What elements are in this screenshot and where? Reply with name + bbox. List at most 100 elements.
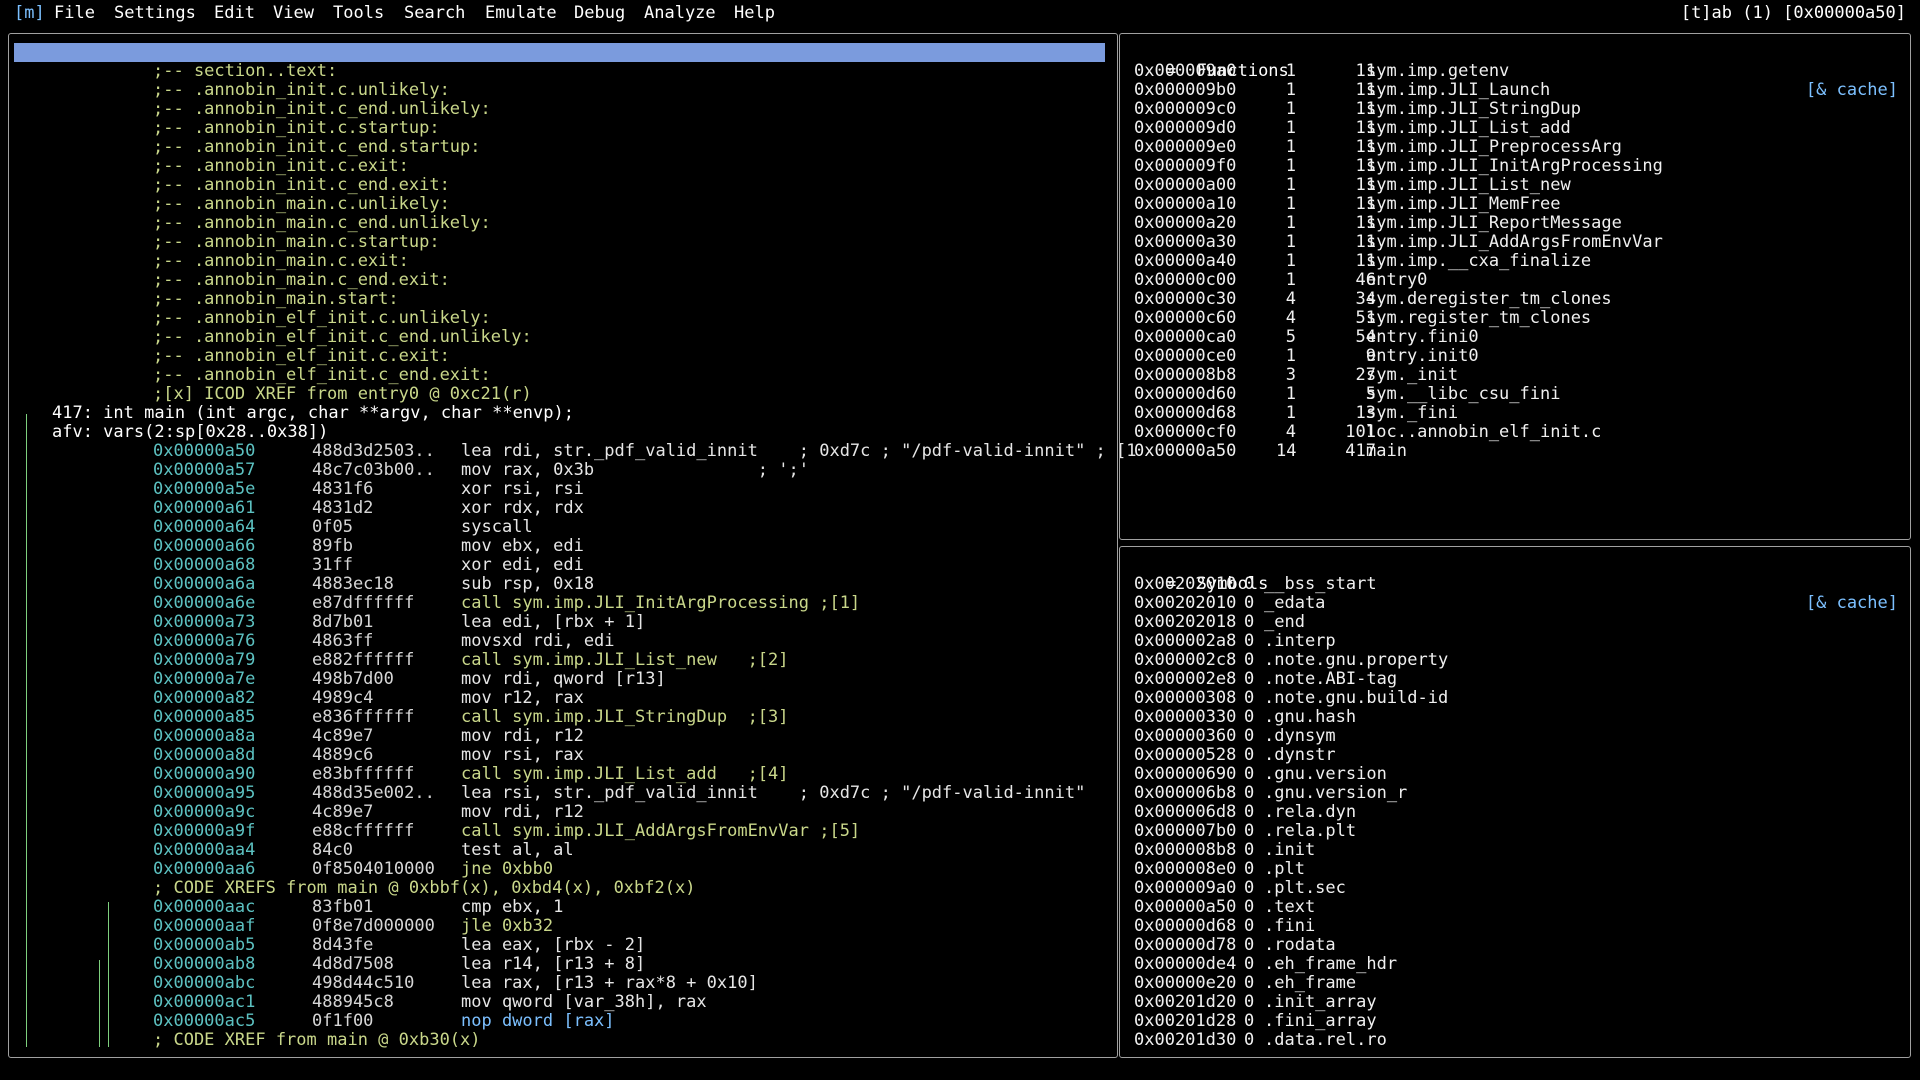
instruction-address[interactable]: 0x00000ab5 [153, 936, 255, 955]
function-row[interactable]: 0x00000d68 1 13 sym._fini [1126, 404, 1904, 423]
instruction-address[interactable]: 0x00000a6a [153, 575, 255, 594]
function-row[interactable]: 0x000009f0 1 11 sym.imp.JLI_InitArgProcessi… [1126, 157, 1904, 176]
function-row[interactable]: 0x00000a50 14 417 main [1126, 442, 1904, 461]
instruction-address[interactable]: 0x00000a57 [153, 461, 255, 480]
instruction-address[interactable]: 0x00000a73 [153, 613, 255, 632]
instruction-address[interactable]: 0x00000a76 [153, 632, 255, 651]
instruction-row[interactable]: 0x00000a61 4831d2 xor rdx, rdx [15, 499, 1111, 518]
instruction-row[interactable]: 0x00000a6a 4883ec18 sub rsp, 0x18 [15, 575, 1111, 594]
symbol-row[interactable]: 0x000009a0 0 .plt.sec [1126, 879, 1904, 898]
menu-view[interactable]: View [273, 0, 314, 26]
function-row[interactable]: 0x00000a00 1 11 sym.imp.JLI_List_new [1126, 176, 1904, 195]
instruction-address[interactable]: 0x00000aaf [153, 917, 255, 936]
symbol-row[interactable]: 0x00201d30 0 .data.rel.ro [1126, 1031, 1904, 1050]
instruction-address[interactable]: 0x00000aa6 [153, 860, 255, 879]
symbol-row[interactable]: 0x00000360 0 .dynsym [1126, 727, 1904, 746]
instruction-row[interactable]: 0x00000aa4 84c0 test al, al [15, 841, 1111, 860]
instruction-row[interactable]: 0x00000ab8 4d8d7508 lea r14, [r13 + 8] [15, 955, 1111, 974]
instruction-row[interactable]: 0x00000a66 89fb mov ebx, edi [15, 537, 1111, 556]
instruction-address[interactable]: 0x00000a50 [153, 442, 255, 461]
function-row[interactable]: 0x00000c30 4 34 sym.deregister_tm_clones [1126, 290, 1904, 309]
instruction-row[interactable]: 0x00000a85 e836ffffff call sym.imp.JLI_Str… [15, 708, 1111, 727]
function-row[interactable]: 0x00000c00 1 46 entry0 [1126, 271, 1904, 290]
instruction-address[interactable]: 0x00000a68 [153, 556, 255, 575]
instruction-row[interactable]: 0x00000a9c 4c89e7 mov rdi, r12 [15, 803, 1111, 822]
menu-edit[interactable]: Edit [214, 0, 255, 26]
symbol-row[interactable]: 0x00000308 0 .note.gnu.build-id [1126, 689, 1904, 708]
function-row[interactable]: 0x000009a0 1 11 sym.imp.getenv [1126, 62, 1904, 81]
function-row[interactable]: 0x00000a40 1 11 sym.imp.__cxa_finalize [1126, 252, 1904, 271]
instruction-row[interactable]: 0x00000a64 0f05 syscall [15, 518, 1111, 537]
symbol-row[interactable]: 0x00000d78 0 .rodata [1126, 936, 1904, 955]
instruction-row[interactable]: 0x00000ac1 488945c8 mov qword [var_38h], r… [15, 993, 1111, 1012]
symbol-row[interactable]: 0x00202010 0 _edata [1126, 594, 1904, 613]
instruction-row[interactable]: 0x00000a57 48c7c03b00.. mov rax, 0x3b ; ';… [15, 461, 1111, 480]
menu-file[interactable]: File [54, 0, 95, 26]
instruction-row[interactable]: 0x00000a68 31ff xor edi, edi [15, 556, 1111, 575]
instruction-address[interactable]: 0x00000a5e [153, 480, 255, 499]
instruction-row[interactable]: 0x00000a6e e87dffffff call sym.imp.JLI_Ini… [15, 594, 1111, 613]
symbol-row[interactable]: 0x00000e20 0 .eh_frame [1126, 974, 1904, 993]
instruction-address[interactable]: 0x00000a9f [153, 822, 255, 841]
symbol-row[interactable]: 0x000006b8 0 .gnu.version_r [1126, 784, 1904, 803]
menu-tools[interactable]: Tools [333, 0, 384, 26]
instruction-row[interactable]: 0x00000ab5 8d43fe lea eax, [rbx - 2] [15, 936, 1111, 955]
function-row[interactable]: 0x00000a10 1 11 sym.imp.JLI_MemFree [1126, 195, 1904, 214]
instruction-row[interactable]: 0x00000aa6 0f8504010000 jne 0xbb0 [15, 860, 1111, 879]
menu-settings[interactable]: Settings [114, 0, 196, 26]
function-row[interactable]: 0x00000ce0 1 9 entry.init0 [1126, 347, 1904, 366]
tab-indicator[interactable]: [t]ab (1) [0x00000a50] [1681, 0, 1906, 26]
instruction-address[interactable]: 0x00000ab8 [153, 955, 255, 974]
instruction-address[interactable]: 0x00000a90 [153, 765, 255, 784]
symbol-row[interactable]: 0x000008e0 0 .plt [1126, 860, 1904, 879]
symbol-row[interactable]: 0x00202010 0 __bss_start [1126, 575, 1904, 594]
function-row[interactable]: 0x000009c0 1 11 sym.imp.JLI_StringDup [1126, 100, 1904, 119]
function-row[interactable]: 0x000009b0 1 11 sym.imp.JLI_Launch [1126, 81, 1904, 100]
menu-help[interactable]: Help [734, 0, 775, 26]
instruction-address[interactable]: 0x00000a82 [153, 689, 255, 708]
symbol-row[interactable]: 0x000008b8 0 .init [1126, 841, 1904, 860]
symbol-row[interactable]: 0x000002c8 0 .note.gnu.property [1126, 651, 1904, 670]
symbol-row[interactable]: 0x00201d28 0 .fini_array [1126, 1012, 1904, 1031]
instruction-address[interactable]: 0x00000a7e [153, 670, 255, 689]
function-row[interactable]: 0x000008b8 3 27 sym._init [1126, 366, 1904, 385]
instruction-address[interactable]: 0x00000a95 [153, 784, 255, 803]
instruction-row[interactable]: 0x00000a95 488d35e002.. lea rsi, str._pdf_… [15, 784, 1111, 803]
instruction-address[interactable]: 0x00000aac [153, 898, 255, 917]
instruction-row[interactable]: 0x00000a8d 4889c6 mov rsi, rax [15, 746, 1111, 765]
function-row[interactable]: 0x00000c60 4 51 sym.register_tm_clones [1126, 309, 1904, 328]
disassembly-titlebar[interactable]: [X] Disassembly [&] [14, 43, 1105, 100]
instruction-row[interactable]: 0x00000a79 e882ffffff call sym.imp.JLI_Lis… [15, 651, 1111, 670]
symbol-row[interactable]: 0x00202018 0 _end [1126, 613, 1904, 632]
symbol-row[interactable]: 0x00201d20 0 .init_array [1126, 993, 1904, 1012]
instruction-address[interactable]: 0x00000a9c [153, 803, 255, 822]
symbol-row[interactable]: 0x00000d68 0 .fini [1126, 917, 1904, 936]
menu-debug[interactable]: Debug [574, 0, 625, 26]
menu-search[interactable]: Search [404, 0, 465, 26]
menu-logo[interactable]: [m] [14, 0, 45, 26]
symbol-row[interactable]: 0x00000690 0 .gnu.version [1126, 765, 1904, 784]
instruction-address[interactable]: 0x00000a6e [153, 594, 255, 613]
instruction-row[interactable]: 0x00000a7e 498b7d00 mov rdi, qword [r13] [15, 670, 1111, 689]
instruction-row[interactable]: 0x00000a90 e83bffffff call sym.imp.JLI_Lis… [15, 765, 1111, 784]
instruction-row[interactable]: 0x00000a82 4989c4 mov r12, rax [15, 689, 1111, 708]
instruction-row[interactable]: 0x00000abc 498d44c510 lea rax, [r13 + rax*… [15, 974, 1111, 993]
function-row[interactable]: 0x000009d0 1 11 sym.imp.JLI_List_add [1126, 119, 1904, 138]
instruction-row[interactable]: 0x00000a5e 4831f6 xor rsi, rsi [15, 480, 1111, 499]
instruction-row[interactable]: 0x00000aac 83fb01 cmp ebx, 1 [15, 898, 1111, 917]
instruction-address[interactable]: 0x00000a79 [153, 651, 255, 670]
function-row[interactable]: 0x00000d60 1 5 sym.__libc_csu_fini [1126, 385, 1904, 404]
instruction-address[interactable]: 0x00000ac5 [153, 1012, 255, 1031]
instruction-address[interactable]: 0x00000aa4 [153, 841, 255, 860]
symbol-row[interactable]: 0x00000de4 0 .eh_frame_hdr [1126, 955, 1904, 974]
menu-analyze[interactable]: Analyze [644, 0, 716, 26]
symbol-row[interactable]: 0x00000528 0 .dynstr [1126, 746, 1904, 765]
instruction-address[interactable]: 0x00000a66 [153, 537, 255, 556]
menu-emulate[interactable]: Emulate [485, 0, 557, 26]
instruction-row[interactable]: 0x00000a50 488d3d2503.. lea rdi, str._pdf_… [15, 442, 1137, 461]
instruction-address[interactable]: 0x00000ac1 [153, 993, 255, 1012]
instruction-address[interactable]: 0x00000a8d [153, 746, 255, 765]
instruction-row[interactable]: 0x00000aaf 0f8e7d000000 jle 0xb32 [15, 917, 1111, 936]
function-row[interactable]: 0x00000cf0 4 101 loc..annobin_elf_init.c [1126, 423, 1904, 442]
instruction-address[interactable]: 0x00000a8a [153, 727, 255, 746]
